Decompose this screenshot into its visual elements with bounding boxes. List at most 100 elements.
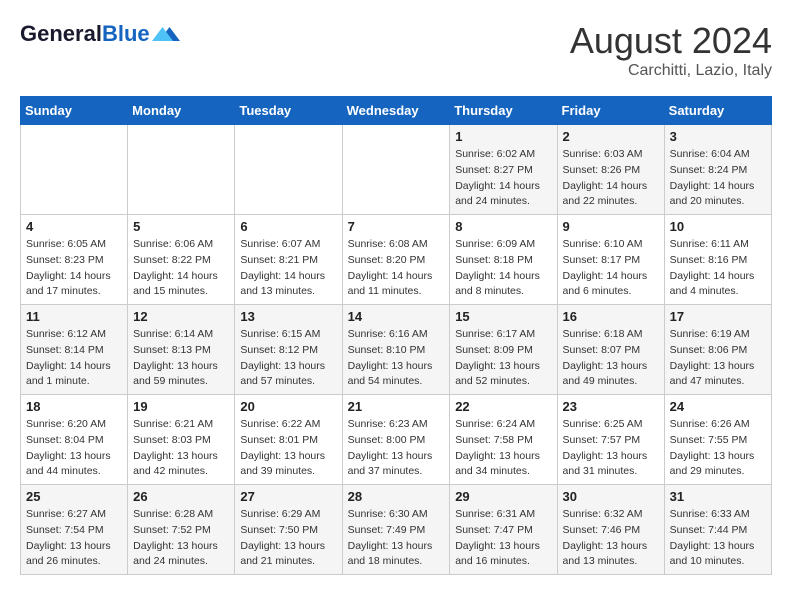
day-info: Sunrise: 6:24 AMSunset: 7:58 PMDaylight:… [455, 417, 551, 480]
day-header-saturday: Saturday [664, 97, 771, 125]
calendar-cell: 4Sunrise: 6:05 AMSunset: 8:23 PMDaylight… [21, 215, 128, 305]
day-number: 8 [455, 219, 551, 234]
calendar-cell [235, 125, 342, 215]
day-info: Sunrise: 6:12 AMSunset: 8:14 PMDaylight:… [26, 327, 122, 390]
day-info: Sunrise: 6:23 AMSunset: 8:00 PMDaylight:… [348, 417, 445, 480]
calendar-cell: 3 Sunrise: 6:04 AMSunset: 8:24 PMDaylight… [664, 125, 771, 215]
calendar-cell: 22 Sunrise: 6:24 AMSunset: 7:58 PMDayligh… [450, 395, 557, 485]
calendar-cell: 14 Sunrise: 6:16 AMSunset: 8:10 PMDayligh… [342, 305, 450, 395]
day-number: 14 [348, 309, 445, 324]
calendar-cell: 29Sunrise: 6:31 AMSunset: 7:47 PMDayligh… [450, 485, 557, 575]
calendar-cell: 11Sunrise: 6:12 AMSunset: 8:14 PMDayligh… [21, 305, 128, 395]
calendar-cell: 16 Sunrise: 6:18 AMSunset: 8:07 PMDayligh… [557, 305, 664, 395]
month-title: August 2024 [570, 20, 772, 62]
day-number: 13 [240, 309, 336, 324]
day-number: 5 [133, 219, 229, 234]
day-number: 31 [670, 489, 766, 504]
day-header-tuesday: Tuesday [235, 97, 342, 125]
calendar-cell: 30 Sunrise: 6:32 AMSunset: 7:46 PMDayligh… [557, 485, 664, 575]
day-info: Sunrise: 6:10 AMSunset: 8:17 PMDaylight:… [563, 237, 659, 300]
day-info: Sunrise: 6:11 AMSunset: 8:16 PMDaylight:… [670, 237, 766, 300]
day-number: 22 [455, 399, 551, 414]
day-header-sunday: Sunday [21, 97, 128, 125]
logo-text: GeneralBlue [20, 22, 150, 46]
calendar-week-3: 18 Sunrise: 6:20 AMSunset: 8:04 PMDayligh… [21, 395, 772, 485]
day-info: Sunrise: 6:09 AMSunset: 8:18 PMDaylight:… [455, 237, 551, 300]
day-number: 24 [670, 399, 766, 414]
calendar-cell: 13 Sunrise: 6:15 AMSunset: 8:12 PMDayligh… [235, 305, 342, 395]
calendar-cell [21, 125, 128, 215]
day-number: 21 [348, 399, 445, 414]
day-number: 12 [133, 309, 229, 324]
day-number: 19 [133, 399, 229, 414]
day-info: Sunrise: 6:33 AMSunset: 7:44 PMDaylight:… [670, 507, 766, 570]
page-header: GeneralBlue August 2024 Carchitti, Lazio… [20, 20, 772, 80]
day-info: Sunrise: 6:04 AMSunset: 8:24 PMDaylight:… [670, 147, 766, 210]
day-info: Sunrise: 6:30 AMSunset: 7:49 PMDaylight:… [348, 507, 445, 570]
calendar-week-0: 1 Sunrise: 6:02 AMSunset: 8:27 PMDaylight… [21, 125, 772, 215]
day-number: 17 [670, 309, 766, 324]
day-info: Sunrise: 6:32 AMSunset: 7:46 PMDaylight:… [563, 507, 659, 570]
day-number: 26 [133, 489, 229, 504]
calendar-cell: 21 Sunrise: 6:23 AMSunset: 8:00 PMDayligh… [342, 395, 450, 485]
calendar-cell: 24 Sunrise: 6:26 AMSunset: 7:55 PMDayligh… [664, 395, 771, 485]
day-info: Sunrise: 6:29 AMSunset: 7:50 PMDaylight:… [240, 507, 336, 570]
calendar-cell: 2 Sunrise: 6:03 AMSunset: 8:26 PMDaylight… [557, 125, 664, 215]
day-info: Sunrise: 6:27 AMSunset: 7:54 PMDaylight:… [26, 507, 122, 570]
day-header-monday: Monday [128, 97, 235, 125]
logo: GeneralBlue [20, 20, 180, 50]
day-info: Sunrise: 6:28 AMSunset: 7:52 PMDaylight:… [133, 507, 229, 570]
calendar-cell [128, 125, 235, 215]
calendar-cell: 15Sunrise: 6:17 AMSunset: 8:09 PMDayligh… [450, 305, 557, 395]
day-info: Sunrise: 6:25 AMSunset: 7:57 PMDaylight:… [563, 417, 659, 480]
calendar-cell: 18 Sunrise: 6:20 AMSunset: 8:04 PMDayligh… [21, 395, 128, 485]
day-number: 16 [563, 309, 659, 324]
day-number: 30 [563, 489, 659, 504]
day-number: 25 [26, 489, 122, 504]
day-info: Sunrise: 6:07 AMSunset: 8:21 PMDaylight:… [240, 237, 336, 300]
day-number: 10 [670, 219, 766, 234]
day-info: Sunrise: 6:14 AMSunset: 8:13 PMDaylight:… [133, 327, 229, 390]
calendar-cell: 10 Sunrise: 6:11 AMSunset: 8:16 PMDayligh… [664, 215, 771, 305]
calendar-header-row: SundayMondayTuesdayWednesdayThursdayFrid… [21, 97, 772, 125]
calendar-week-1: 4Sunrise: 6:05 AMSunset: 8:23 PMDaylight… [21, 215, 772, 305]
day-info: Sunrise: 6:08 AMSunset: 8:20 PMDaylight:… [348, 237, 445, 300]
day-info: Sunrise: 6:18 AMSunset: 8:07 PMDaylight:… [563, 327, 659, 390]
day-info: Sunrise: 6:20 AMSunset: 8:04 PMDaylight:… [26, 417, 122, 480]
day-info: Sunrise: 6:03 AMSunset: 8:26 PMDaylight:… [563, 147, 659, 210]
calendar-cell [342, 125, 450, 215]
day-info: Sunrise: 6:06 AMSunset: 8:22 PMDaylight:… [133, 237, 229, 300]
calendar-cell: 23Sunrise: 6:25 AMSunset: 7:57 PMDayligh… [557, 395, 664, 485]
calendar-cell: 8 Sunrise: 6:09 AMSunset: 8:18 PMDaylight… [450, 215, 557, 305]
day-info: Sunrise: 6:02 AMSunset: 8:27 PMDaylight:… [455, 147, 551, 210]
day-info: Sunrise: 6:19 AMSunset: 8:06 PMDaylight:… [670, 327, 766, 390]
calendar-cell: 9 Sunrise: 6:10 AMSunset: 8:17 PMDaylight… [557, 215, 664, 305]
day-info: Sunrise: 6:16 AMSunset: 8:10 PMDaylight:… [348, 327, 445, 390]
day-number: 9 [563, 219, 659, 234]
day-number: 27 [240, 489, 336, 504]
day-number: 2 [563, 129, 659, 144]
day-number: 28 [348, 489, 445, 504]
day-number: 29 [455, 489, 551, 504]
day-header-wednesday: Wednesday [342, 97, 450, 125]
calendar-cell: 12 Sunrise: 6:14 AMSunset: 8:13 PMDayligh… [128, 305, 235, 395]
day-header-thursday: Thursday [450, 97, 557, 125]
calendar-cell: 25 Sunrise: 6:27 AMSunset: 7:54 PMDayligh… [21, 485, 128, 575]
day-number: 3 [670, 129, 766, 144]
day-number: 1 [455, 129, 551, 144]
day-number: 18 [26, 399, 122, 414]
title-block: August 2024 Carchitti, Lazio, Italy [570, 20, 772, 80]
day-number: 6 [240, 219, 336, 234]
day-number: 7 [348, 219, 445, 234]
calendar-cell: 27 Sunrise: 6:29 AMSunset: 7:50 PMDayligh… [235, 485, 342, 575]
day-info: Sunrise: 6:15 AMSunset: 8:12 PMDaylight:… [240, 327, 336, 390]
logo-icon [152, 20, 180, 48]
calendar-cell: 19Sunrise: 6:21 AMSunset: 8:03 PMDayligh… [128, 395, 235, 485]
calendar-week-2: 11Sunrise: 6:12 AMSunset: 8:14 PMDayligh… [21, 305, 772, 395]
day-info: Sunrise: 6:26 AMSunset: 7:55 PMDaylight:… [670, 417, 766, 480]
day-header-friday: Friday [557, 97, 664, 125]
calendar-week-4: 25 Sunrise: 6:27 AMSunset: 7:54 PMDayligh… [21, 485, 772, 575]
calendar-cell: 5 Sunrise: 6:06 AMSunset: 8:22 PMDaylight… [128, 215, 235, 305]
day-info: Sunrise: 6:17 AMSunset: 8:09 PMDaylight:… [455, 327, 551, 390]
calendar-table: SundayMondayTuesdayWednesdayThursdayFrid… [20, 96, 772, 575]
